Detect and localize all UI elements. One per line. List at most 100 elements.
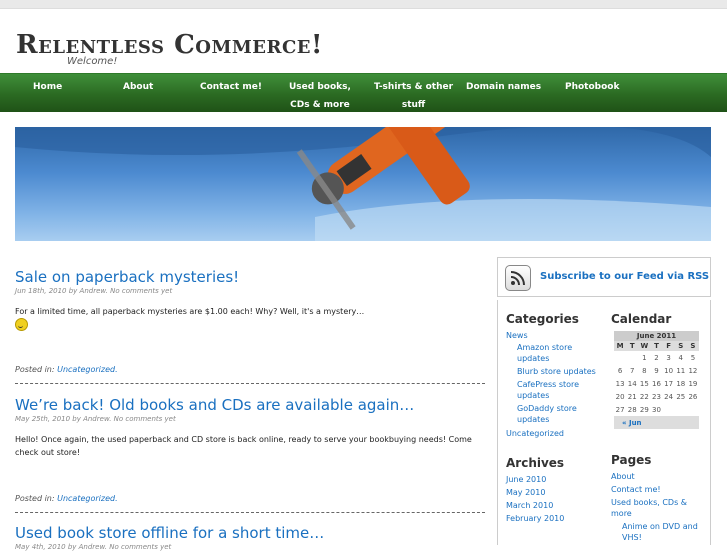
category-news[interactable]: News: [506, 330, 528, 341]
nav-photobook[interactable]: Photobook: [565, 78, 619, 96]
calendar-day: 29: [639, 405, 649, 414]
nav-tshirts-line1: T-shirts & other: [374, 82, 454, 92]
calendar-week: 27 28 29 30: [614, 403, 699, 416]
archive-march-2010[interactable]: March 2010: [506, 500, 553, 511]
post-2-body: Hello! Once again, the used paperback an…: [15, 435, 472, 457]
calendar-day: 4: [678, 353, 683, 362]
post-1-text: For a limited time, all paperback myster…: [15, 307, 365, 316]
calendar-month: June 2011: [614, 331, 699, 341]
page-used-books-line1[interactable]: Used books, CDs &: [611, 497, 687, 508]
calendar-day: 20: [615, 392, 625, 401]
category-blurb[interactable]: Blurb store updates: [517, 366, 596, 377]
calendar-prev-link[interactable]: « Jun: [614, 416, 699, 429]
airplane-image: [15, 127, 711, 241]
calendar-day-header: S: [674, 341, 687, 351]
nav-tshirts[interactable]: T-shirts & other stuff: [374, 78, 453, 114]
category-godaddy-line2[interactable]: updates: [517, 414, 549, 425]
calendar-day: 13: [615, 379, 625, 388]
post-1-meta: Jun 18th, 2010 by Andrew. No comments ye…: [15, 287, 173, 295]
calendar-day: 3: [666, 353, 671, 362]
rss-subscribe-link[interactable]: Subscribe to our Feed via RSS: [540, 271, 709, 282]
calendar-title: Calendar: [611, 312, 672, 326]
post-1-body: For a limited time, all paperback myster…: [15, 305, 485, 331]
category-amazon-line1[interactable]: Amazon store: [517, 342, 572, 353]
calendar-day: 6: [617, 366, 623, 375]
post-1-posted-label: Posted in:: [15, 365, 55, 374]
nav-domain-names[interactable]: Domain names: [466, 78, 541, 96]
site-title[interactable]: Relentless Commerce!: [16, 30, 323, 60]
calendar-day-header: M: [614, 341, 627, 351]
post-2-categories: Posted in: Uncategorized.: [15, 494, 118, 503]
post-2-posted-label: Posted in:: [15, 494, 55, 503]
calendar-day: 23: [652, 392, 661, 401]
post-1-categories: Posted in: Uncategorized.: [15, 365, 118, 374]
smiley-icon: [15, 318, 28, 331]
calendar-day-header: F: [662, 341, 675, 351]
calendar-day: 22: [639, 392, 649, 401]
calendar-day: 17: [664, 379, 674, 388]
calendar-day: [675, 403, 687, 416]
calendar-day-header: W: [638, 341, 651, 351]
calendar-day: 19: [688, 379, 698, 388]
post-3-meta: May 4th, 2010 by Andrew. No comments yet: [15, 543, 172, 551]
post-1-category-link[interactable]: Uncategorized.: [57, 365, 118, 374]
calendar-day: 12: [688, 366, 698, 375]
rss-subscribe-box[interactable]: Subscribe to our Feed via RSS: [497, 257, 711, 297]
page-contact[interactable]: Contact me!: [611, 484, 661, 495]
page-used-books-line2[interactable]: more: [611, 508, 632, 519]
calendar-day: 24: [664, 392, 674, 401]
pages-title: Pages: [611, 453, 652, 467]
archive-may-2010[interactable]: May 2010: [506, 487, 545, 498]
category-cafepress-line2[interactable]: updates: [517, 390, 549, 401]
post-3: Used book store offline for a short time…: [15, 524, 485, 551]
nav-tshirts-line2: stuff: [401, 100, 426, 110]
top-strip: [0, 0, 727, 9]
post-2: We’re back! Old books and CDs are availa…: [15, 396, 485, 459]
categories-title: Categories: [506, 312, 579, 326]
calendar-nav: « Jun: [614, 416, 699, 429]
calendar-day-headers: M T W T F S S: [614, 341, 699, 351]
calendar-day: 9: [654, 366, 659, 375]
calendar-day: [687, 403, 699, 416]
calendar-day: 25: [676, 392, 686, 401]
calendar-day: 11: [676, 366, 686, 375]
page-anime-line2[interactable]: VHS!: [622, 532, 642, 543]
post-2-title[interactable]: We’re back! Old books and CDs are availa…: [15, 396, 485, 414]
calendar-day: 7: [629, 366, 635, 375]
post-divider: [15, 383, 485, 384]
category-uncategorized[interactable]: Uncategorized: [506, 428, 564, 439]
calendar-day: 8: [642, 366, 647, 375]
calendar-week: 1 2 3 4 5: [614, 351, 699, 364]
nav-contact[interactable]: Contact me!: [200, 78, 262, 96]
nav-used-books[interactable]: Used books, CDs & more: [289, 78, 351, 114]
calendar-day: 28: [627, 405, 637, 414]
calendar-day: 5: [690, 353, 696, 362]
calendar-week: 13 14 15 16 17 18 19: [614, 377, 699, 390]
category-cafepress-line1[interactable]: CafePress store: [517, 379, 579, 390]
post-divider: [15, 512, 485, 513]
calendar-day: [626, 351, 638, 364]
category-amazon-line2[interactable]: updates: [517, 353, 549, 364]
archive-june-2010[interactable]: June 2010: [506, 474, 546, 485]
nav-about[interactable]: About: [123, 78, 153, 96]
post-2-category-link[interactable]: Uncategorized.: [57, 494, 118, 503]
page-anime-line1[interactable]: Anime on DVD and: [622, 521, 698, 532]
calendar-day: 16: [652, 379, 661, 388]
post-2-meta: May 25th, 2010 by Andrew. No comments ye…: [15, 415, 176, 423]
rss-icon[interactable]: [505, 265, 531, 291]
main-navigation: Home About Contact me! Used books, CDs &…: [0, 73, 727, 112]
calendar-day: 1: [642, 353, 647, 362]
page-about[interactable]: About: [611, 471, 635, 482]
calendar-day-header: T: [650, 341, 663, 351]
calendar-day: 18: [676, 379, 686, 388]
calendar-day: 15: [639, 379, 649, 388]
category-godaddy-line1[interactable]: GoDaddy store: [517, 403, 577, 414]
calendar-day: 21: [627, 392, 637, 401]
post-1-title[interactable]: Sale on paperback mysteries!: [15, 268, 485, 286]
post-1: Sale on paperback mysteries! Jun 18th, 2…: [15, 268, 485, 331]
calendar-day: 14: [627, 379, 637, 388]
calendar-day: [614, 351, 626, 364]
archive-february-2010[interactable]: February 2010: [506, 513, 564, 524]
post-3-title[interactable]: Used book store offline for a short time…: [15, 524, 485, 542]
nav-home[interactable]: Home: [33, 78, 62, 96]
